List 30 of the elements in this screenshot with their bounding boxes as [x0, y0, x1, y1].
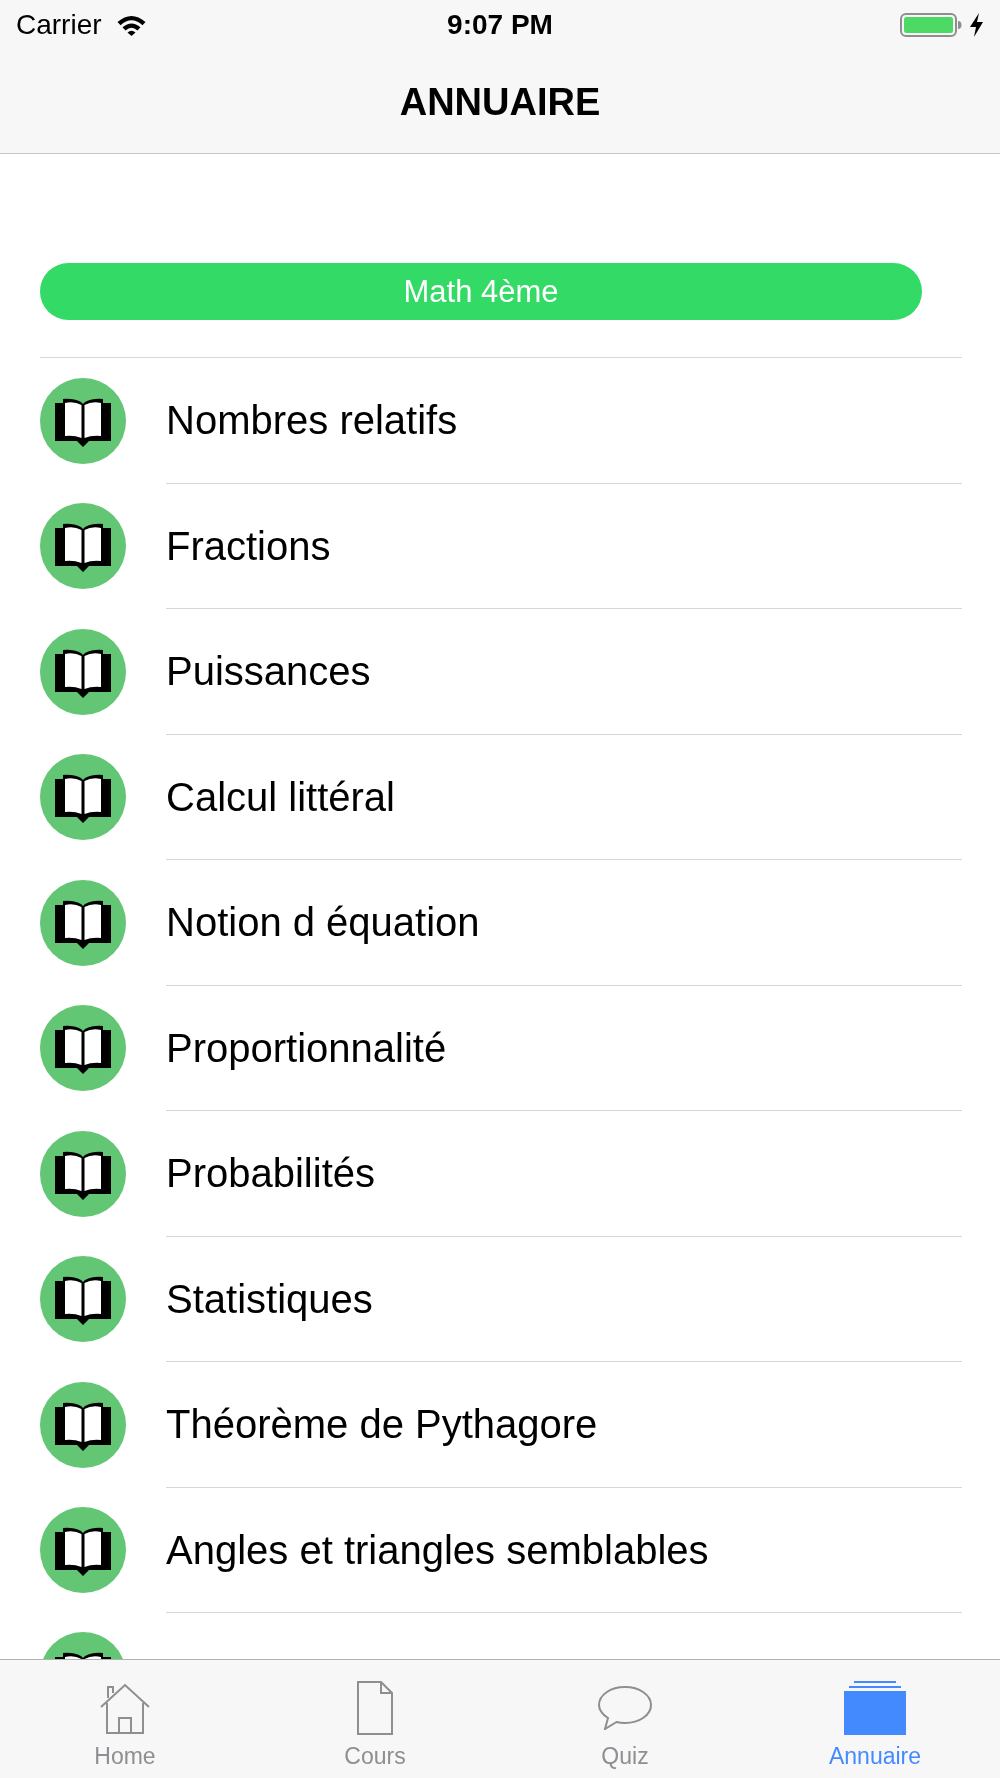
book-icon	[40, 879, 126, 966]
book-icon	[40, 1381, 126, 1468]
chapter-row[interactable]: Probabilités	[0, 1111, 1000, 1237]
chapter-row[interactable]: Théorème de Pythagore	[0, 1362, 1000, 1488]
page-title: ANNUAIRE	[399, 82, 601, 121]
book-icon	[40, 754, 126, 841]
house-icon	[99, 1681, 151, 1735]
book-icon	[40, 1005, 126, 1092]
chapter-row[interactable]: Notion d équation	[0, 860, 1000, 986]
folder-stack-icon	[844, 1681, 906, 1735]
charging-bolt-icon	[969, 13, 984, 37]
speech-bubble-icon	[598, 1686, 652, 1730]
wifi-icon	[116, 14, 146, 36]
chapter-row[interactable]: Fractions	[0, 483, 1000, 609]
chapter-row[interactable]: Statistiques	[0, 1236, 1000, 1362]
book-icon	[40, 1256, 126, 1343]
chapter-row[interactable]: Puissances	[0, 609, 1000, 735]
document-icon	[357, 1681, 393, 1735]
chapter-row[interactable]: Calcul littéral	[0, 734, 1000, 860]
book-icon	[40, 1130, 126, 1217]
chapter-row[interactable]: Angles et triangles semblables	[0, 1487, 1000, 1613]
book-icon	[40, 377, 126, 464]
chapter-row[interactable]: Nombres relatifs	[0, 358, 1000, 484]
book-icon	[40, 503, 126, 590]
carrier-name: Carrier	[16, 11, 102, 39]
battery-icon	[900, 13, 962, 37]
book-icon	[40, 628, 126, 715]
status-time: 9:07 PM	[447, 11, 553, 39]
chapter-row[interactable]: Proportionnalité	[0, 985, 1000, 1111]
book-icon	[40, 1507, 126, 1594]
